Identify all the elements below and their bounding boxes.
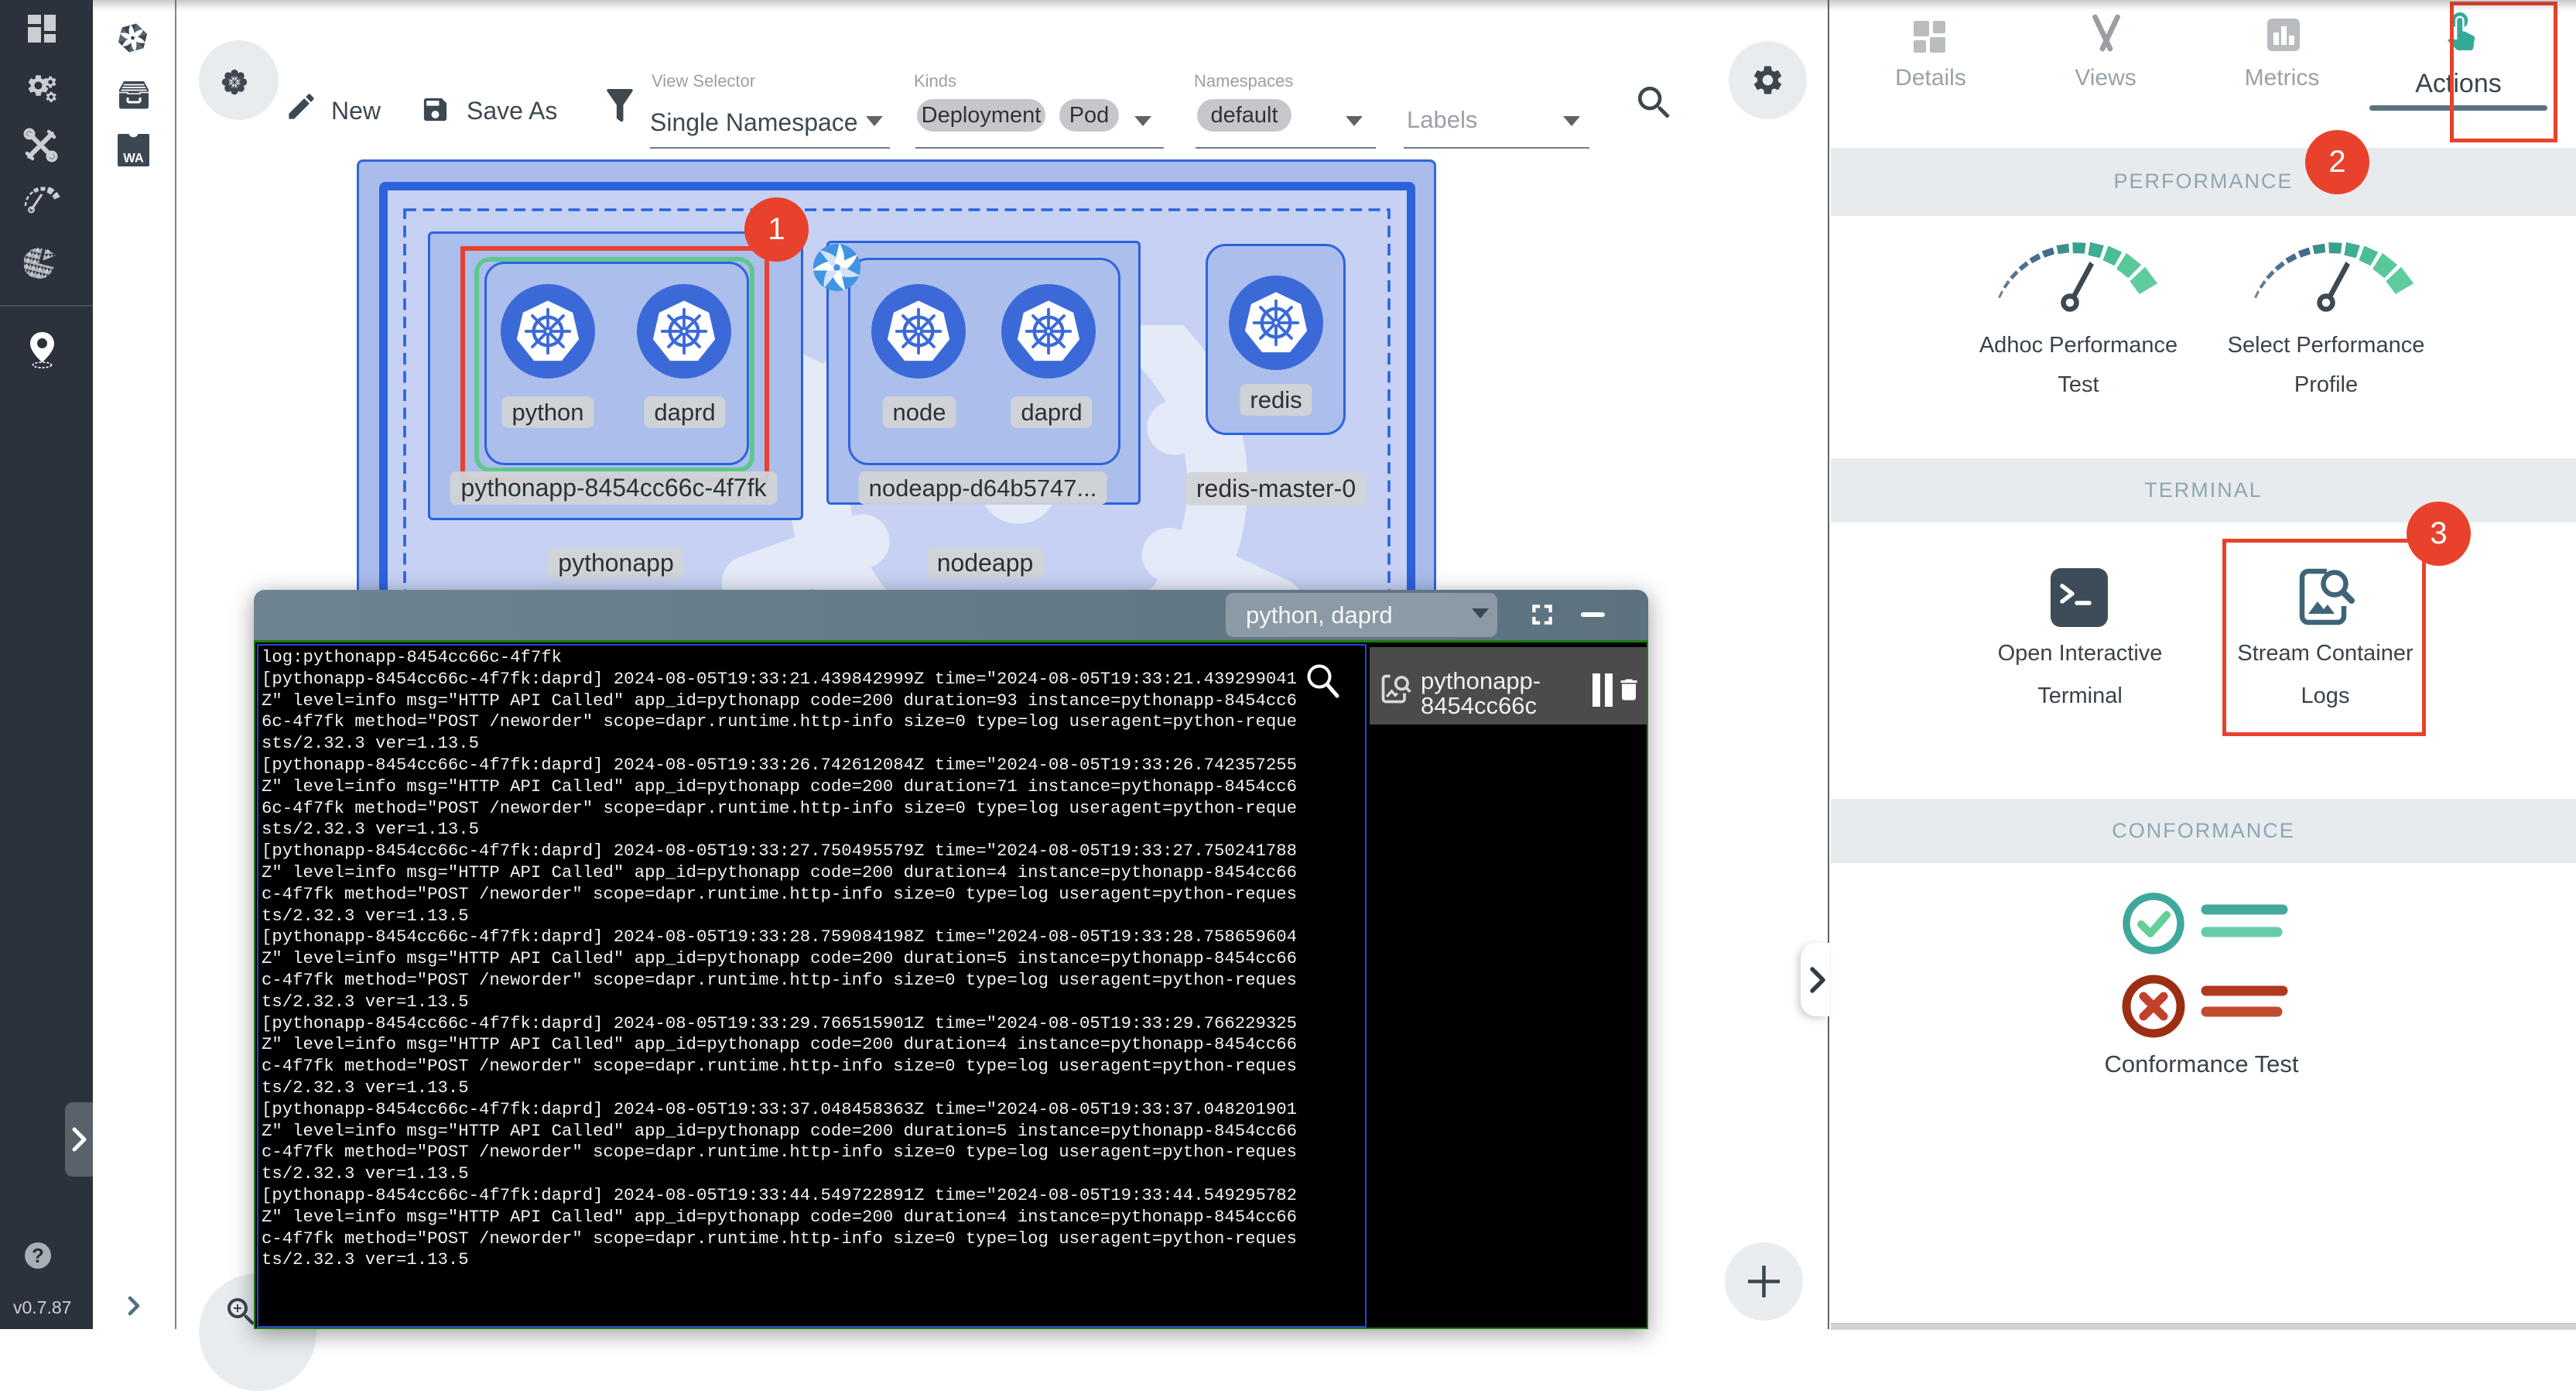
svg-text:WA: WA: [123, 152, 144, 166]
